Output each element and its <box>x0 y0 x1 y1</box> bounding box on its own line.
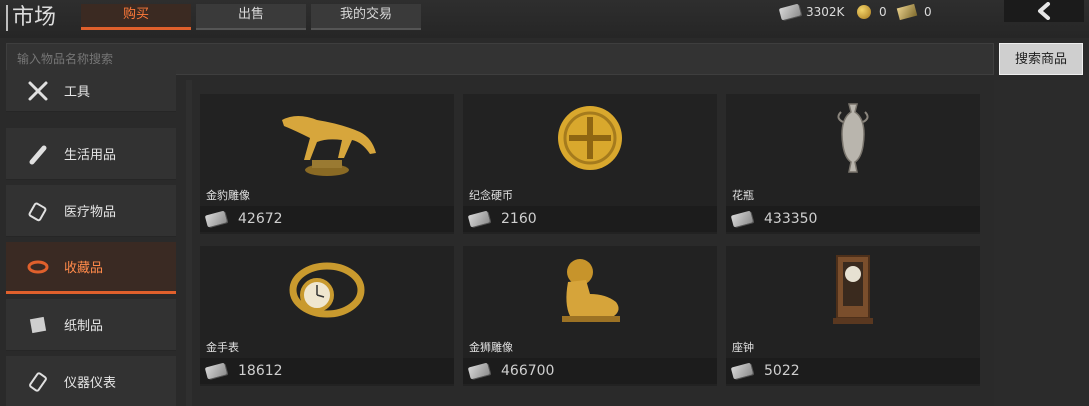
item-price: 2160 <box>501 211 537 227</box>
sidebar-item-label: 纸制品 <box>64 319 104 334</box>
chevron-left-icon <box>1038 2 1050 20</box>
item-price: 18612 <box>238 363 283 379</box>
item-name: 金手表 <box>206 341 239 354</box>
sidebar-item-paper[interactable]: 纸制品 <box>6 299 176 351</box>
gold-bill-icon <box>896 3 918 21</box>
cash-amount: 3302K <box>806 5 845 19</box>
cash-icon <box>778 3 802 21</box>
sidebar-item-label: 医疗物品 <box>64 205 117 220</box>
top-bar: 市场 购买 出售 我的交易 3302K 0 0 <box>0 0 1089 38</box>
right-panel <box>994 80 1089 406</box>
tab-my-trades[interactable]: 我的交易 <box>311 4 421 30</box>
sidebar-item-medical[interactable]: 医疗物品 <box>6 185 176 237</box>
gold-lion-statue-icon <box>463 246 717 334</box>
cash-icon <box>204 210 228 228</box>
panel-divider <box>186 80 192 406</box>
sidebar-item-instruments[interactable]: 仪器仪表 <box>6 356 176 406</box>
paper-icon <box>24 311 52 339</box>
cash-icon <box>204 362 228 380</box>
item-price-row: 433350 <box>726 206 980 232</box>
sidebar-item-collectibles[interactable]: 收藏品 <box>6 242 176 294</box>
item-card[interactable]: 纪念硬币 2160 <box>463 94 717 234</box>
item-price-row: 42672 <box>200 206 454 232</box>
item-price: 433350 <box>764 211 818 227</box>
currency-gold-bill: 0 <box>896 3 932 21</box>
cash-icon <box>730 210 754 228</box>
gold-coin-amount: 0 <box>879 5 887 19</box>
item-name: 花瓶 <box>732 189 754 202</box>
item-card[interactable]: 花瓶 433350 <box>726 94 980 234</box>
gold-watch-icon <box>200 246 454 334</box>
item-price: 466700 <box>501 363 555 379</box>
item-name: 金狮雕像 <box>469 341 513 354</box>
tab-sell[interactable]: 出售 <box>196 4 306 30</box>
tools-icon <box>24 77 52 105</box>
sidebar-item-tools[interactable]: 工具 <box>6 70 176 112</box>
item-name: 座钟 <box>732 341 754 354</box>
item-name: 纪念硬币 <box>469 189 513 202</box>
item-card[interactable]: 金豹雕像 42672 <box>200 94 454 234</box>
item-price-row: 18612 <box>200 358 454 384</box>
item-card[interactable]: 座钟 5022 <box>726 246 980 386</box>
item-price-row: 2160 <box>463 206 717 232</box>
item-name: 金豹雕像 <box>206 189 250 202</box>
item-price-row: 5022 <box>726 358 980 384</box>
sidebar-item-label: 生活用品 <box>64 148 117 163</box>
gold-coin-icon <box>857 5 871 19</box>
tab-buy[interactable]: 购买 <box>81 4 191 30</box>
item-card[interactable]: 金狮雕像 466700 <box>463 246 717 386</box>
category-sidebar: 工具 生活用品 医疗物品 收藏品 纸制品 仪器仪表 <box>6 70 176 406</box>
item-price-row: 466700 <box>463 358 717 384</box>
vase-icon <box>726 94 980 182</box>
item-price: 42672 <box>238 211 283 227</box>
sidebar-item-label: 收藏品 <box>64 261 104 276</box>
mantel-clock-icon <box>726 246 980 334</box>
currency-gold-coin: 0 <box>857 4 887 20</box>
cash-icon <box>467 210 491 228</box>
sidebar-item-label: 工具 <box>64 85 91 100</box>
item-card[interactable]: 金手表 18612 <box>200 246 454 386</box>
collectible-icon <box>24 253 52 281</box>
page-title: 市场 <box>6 5 56 31</box>
gold-leopard-statue-icon <box>200 94 454 182</box>
currency-cash: 3302K <box>778 3 845 21</box>
item-price: 5022 <box>764 363 800 379</box>
sidebar-item-daily-goods[interactable]: 生活用品 <box>6 128 176 180</box>
search-button[interactable]: 搜索商品 <box>999 43 1083 75</box>
cash-icon <box>467 362 491 380</box>
medical-icon <box>24 197 52 225</box>
instrument-icon <box>24 368 52 396</box>
daily-goods-icon <box>24 140 52 168</box>
sidebar-item-label: 仪器仪表 <box>64 376 117 391</box>
back-button[interactable] <box>1004 0 1084 22</box>
cash-icon <box>730 362 754 380</box>
gold-bill-amount: 0 <box>924 5 932 19</box>
gold-coin-icon <box>463 94 717 182</box>
